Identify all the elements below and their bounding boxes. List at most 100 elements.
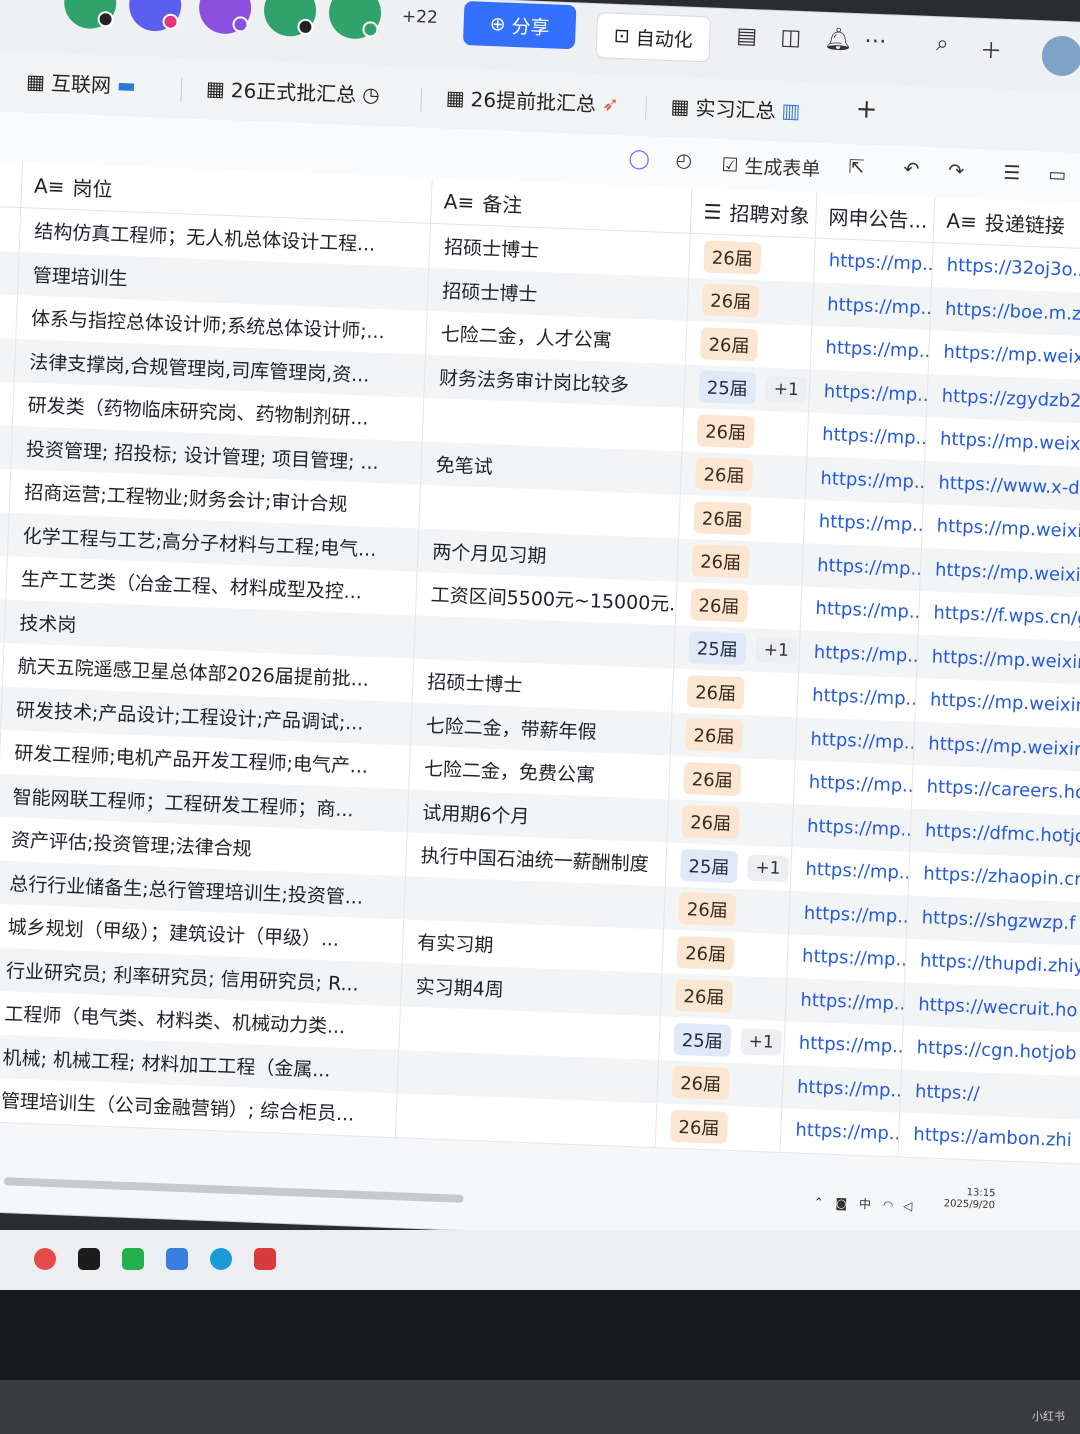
column-header-target[interactable]: ☰ 招聘对象 <box>690 187 818 239</box>
cell-link[interactable]: https://www.x-dl <box>923 460 1080 512</box>
edge-icon[interactable] <box>210 1248 232 1270</box>
search-icon[interactable]: ⌕ <box>936 31 949 56</box>
cell-announcement[interactable]: https://mp... <box>810 325 931 374</box>
cell-link[interactable]: https://mp.weixin <box>920 547 1080 599</box>
cell-announcement[interactable]: https://mp... <box>809 369 929 418</box>
cell-target[interactable]: 26届 <box>689 233 816 283</box>
wechat-icon[interactable] <box>122 1248 144 1270</box>
cell-announcement[interactable]: https://mp... <box>814 238 934 287</box>
cell-link[interactable]: https:// <box>900 1069 1080 1120</box>
cell-target[interactable]: 26届 <box>660 972 788 1022</box>
chevron-up-icon[interactable]: ⌃ <box>813 1195 824 1209</box>
automation-button[interactable]: ⊡ 自动化 <box>595 12 712 63</box>
tab-internship[interactable]: ▦ 实习汇总 ▥ <box>670 91 801 125</box>
cell-target[interactable]: 26届 <box>657 1059 784 1109</box>
share-button[interactable]: ⊕ 分享 <box>462 1 577 50</box>
cell-target[interactable]: 26届 <box>662 929 789 978</box>
row-index-cell[interactable] <box>0 292 18 339</box>
cell-announcement[interactable]: https://mp... <box>793 760 914 809</box>
add-tab-icon[interactable]: + <box>855 94 878 125</box>
collaborator-avatar[interactable] <box>128 0 183 33</box>
system-clock[interactable]: 13:15 2025/9/20 <box>943 1186 996 1212</box>
column-header-link[interactable]: A≡ 投递链接 <box>933 197 1080 251</box>
tab-internet[interactable]: ▦ 互联网 ▬ <box>26 66 137 99</box>
cell-link[interactable]: https://mp.weixin <box>916 634 1080 686</box>
cell-announcement[interactable]: https://mp... <box>812 282 932 331</box>
collaborator-avatar[interactable] <box>198 0 253 35</box>
cell-target[interactable]: 26届 <box>680 451 808 500</box>
cell-target[interactable]: 26届 <box>667 798 794 848</box>
cell-link[interactable]: https://mp.weixin <box>913 721 1080 772</box>
cell-link[interactable]: https://ambon.zhi <box>898 1112 1080 1164</box>
cell-link[interactable]: https://boe.m.zh <box>930 286 1080 338</box>
undo-icon[interactable]: ↶ <box>903 158 920 181</box>
cell-target[interactable]: 25届 +1 <box>659 1016 786 1065</box>
collaborator-avatar[interactable] <box>63 0 118 30</box>
horizontal-scrollbar[interactable] <box>3 1177 464 1203</box>
row-index-cell[interactable] <box>0 205 22 252</box>
cell-target[interactable]: 26届 <box>664 885 791 935</box>
cell-announcement[interactable]: https://mp... <box>798 629 919 678</box>
cell-announcement[interactable]: https://mp... <box>797 673 917 722</box>
bell-icon[interactable]: 🔔︎ <box>824 27 853 53</box>
cell-link[interactable]: https://f.wps.cn/g <box>918 590 1080 642</box>
tiktok-icon[interactable] <box>78 1248 100 1270</box>
cell-announcement[interactable]: https://mp... <box>788 890 909 939</box>
more-collaborators-count[interactable]: +22 <box>402 7 439 28</box>
user-avatar[interactable] <box>1041 35 1080 77</box>
cell-target[interactable]: 26届 <box>655 1103 783 1152</box>
ime-indicator[interactable]: 中 <box>859 1197 872 1211</box>
history-icon[interactable]: ◴ <box>675 149 692 172</box>
cell-link[interactable]: https://32oj3o.5 <box>931 243 1080 294</box>
collaborator-avatar[interactable] <box>328 0 383 40</box>
cell-target[interactable]: 25届 +1 <box>665 842 793 891</box>
cell-link[interactable]: https://zgydzb20 <box>926 373 1080 425</box>
cell-announcement[interactable]: https://mp... <box>787 934 907 983</box>
document-icon[interactable]: ▤ <box>736 23 758 49</box>
more-icon[interactable]: ⋯ <box>864 28 887 54</box>
cell-announcement[interactable]: https://mp... <box>802 542 922 591</box>
cell-announcement[interactable]: https://mp... <box>805 455 926 504</box>
cell-target[interactable]: 26届 <box>687 277 815 326</box>
ai-ring-icon[interactable]: ◯ <box>628 147 650 170</box>
cell-target[interactable]: 26届 <box>669 755 796 804</box>
cell-link[interactable]: https://zhaopin.cn <box>908 851 1080 903</box>
cell-announcement[interactable]: https://mp... <box>807 412 927 461</box>
cell-target[interactable]: 26届 <box>670 712 798 761</box>
cell-link[interactable]: https://thupdi.zhiy <box>905 938 1080 990</box>
cell-link[interactable]: https://mp.weixi <box>928 330 1080 381</box>
cell-announcement[interactable]: https://mp... <box>780 1108 901 1157</box>
collaborator-avatar[interactable] <box>263 0 318 38</box>
plugin-icon[interactable]: ◫ <box>780 25 802 51</box>
cell-announcement[interactable]: https://mp... <box>792 803 912 852</box>
cell-target[interactable]: 26届 <box>675 581 803 630</box>
cell-announcement[interactable]: https://mp... <box>790 847 911 896</box>
cell-link[interactable]: https://shgzwzp.f <box>906 895 1080 946</box>
cell-announcement[interactable]: https://mp... <box>804 499 924 548</box>
column-header-announcement[interactable]: 网申公告... <box>815 192 936 244</box>
cell-target[interactable]: 26届 <box>682 407 810 456</box>
cell-link[interactable]: https://cgn.hotjob <box>901 1025 1080 1077</box>
comment-icon[interactable]: ▭ <box>1048 164 1067 187</box>
cell-announcement[interactable]: https://mp... <box>800 586 921 635</box>
cell-link[interactable]: https://dfmc.hotjo <box>910 808 1080 859</box>
cell-link[interactable]: https://mp.weixi <box>925 417 1080 468</box>
find-icon[interactable]: ☰ <box>1003 162 1021 185</box>
generate-form-button[interactable]: ☑ 生成表单 <box>721 151 821 182</box>
wps-icon[interactable] <box>254 1248 276 1270</box>
row-index-cell[interactable] <box>0 249 20 296</box>
feishu-icon[interactable] <box>166 1248 188 1270</box>
share-view-icon[interactable]: ⇱ <box>848 156 865 179</box>
cell-note[interactable] <box>395 1093 658 1147</box>
cell-announcement[interactable]: https://mp... <box>783 1021 904 1070</box>
cell-target[interactable]: 26届 <box>672 668 799 717</box>
add-icon[interactable]: ＋ <box>979 33 1003 66</box>
cell-announcement[interactable]: https://mp... <box>782 1064 902 1113</box>
cell-link[interactable]: https://mp.weixin <box>921 503 1080 555</box>
cell-link[interactable]: https://mp.weixin <box>915 677 1080 729</box>
app-icon[interactable] <box>34 1248 56 1270</box>
redo-icon[interactable]: ↷ <box>948 160 965 183</box>
cell-target[interactable]: 25届 +1 <box>674 625 801 674</box>
cell-link[interactable]: https://wecruit.ho <box>903 982 1080 1033</box>
cell-target[interactable]: 26届 <box>679 494 806 543</box>
